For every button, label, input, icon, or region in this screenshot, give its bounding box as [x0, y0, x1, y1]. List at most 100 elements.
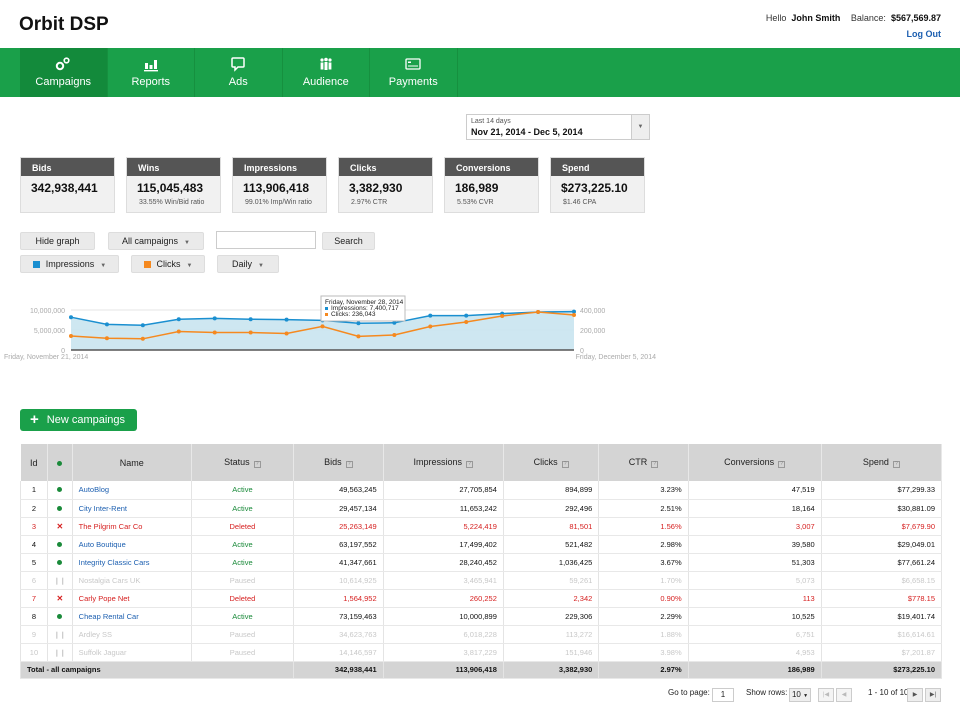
table-row[interactable]: 7 ✕ Carly Pope Net Deleted 1,564,952 260… — [20, 589, 943, 608]
clicks-point — [212, 330, 217, 335]
clicks-color-swatch — [143, 261, 151, 268]
x-end-label: Friday, December 5, 2014 — [576, 354, 657, 361]
deleted-x-icon: ✕ — [56, 593, 64, 603]
search-button[interactable]: Search — [322, 232, 375, 250]
column-header[interactable]: Conversions? — [688, 444, 822, 481]
help-icon[interactable]: ? — [778, 461, 786, 468]
logout-link[interactable]: Log Out — [766, 29, 942, 39]
stats-summary: Bids 342,938,441 Wins 115,045,483 33.55% Win… — [20, 157, 645, 213]
cell-id: 8 — [20, 607, 48, 626]
help-icon[interactable]: ? — [892, 461, 900, 468]
campaign-name-link[interactable]: Cheap Rental Car — [72, 607, 192, 626]
campaign-name-link[interactable]: Integrity Classic Cars — [72, 553, 192, 572]
metric2-select[interactable]: Clicks ▼ — [131, 255, 205, 273]
table-row[interactable]: 2 City Inter-Rent Active 29,457,134 11,6… — [20, 499, 943, 518]
stat-subtext — [21, 195, 114, 199]
first-page-button[interactable]: |◀ — [818, 688, 834, 702]
stat-title: Clicks — [339, 158, 432, 176]
cell-status: Paused — [191, 625, 295, 644]
cell-clicks: 894,899 — [503, 481, 600, 500]
stat-card-conversions: Conversions 186,989 5.53% CVR — [444, 157, 539, 213]
column-header[interactable]: Spend? — [821, 444, 943, 481]
search-button-label: Search — [334, 236, 363, 246]
column-header[interactable]: Impressions? — [383, 444, 504, 481]
campaign-filter-select[interactable]: All campaigns ▼ — [108, 232, 204, 250]
total-label: Total - all campaigns — [19, 661, 295, 679]
nav-tab-reports[interactable]: Reports — [108, 48, 195, 97]
interval-select[interactable]: Daily ▼ — [217, 255, 279, 273]
nav-tab-payments[interactable]: Payments — [370, 48, 458, 97]
cell-impressions: 11,653,242 — [383, 499, 504, 518]
stat-title: Wins — [127, 158, 220, 176]
stat-card-clicks: Clicks 3,382,930 2.97% CTR — [338, 157, 433, 213]
table-row[interactable]: 4 Auto Boutique Active 63,197,552 17,499… — [20, 535, 943, 554]
table-row[interactable]: 1 AutoBlog Active 49,563,245 27,705,854 … — [20, 481, 943, 500]
date-range-picker[interactable]: Last 14 days Nov 21, 2014 - Dec 5, 2014 … — [466, 114, 650, 140]
search-input[interactable] — [216, 231, 316, 249]
campaign-name-link[interactable]: Auto Boutique — [72, 535, 192, 554]
column-header[interactable]: Bids? — [293, 444, 384, 481]
impressions-point — [248, 317, 253, 322]
cell-bids: 29,457,134 — [293, 499, 384, 518]
campaign-name-link[interactable]: City Inter-Rent — [72, 499, 192, 518]
campaign-name-link[interactable]: Nostalgia Cars UK — [72, 571, 192, 590]
help-icon[interactable]: ? — [253, 461, 261, 468]
cell-bids: 10,614,925 — [293, 571, 384, 590]
help-icon[interactable]: ? — [466, 461, 474, 468]
column-header-label: Conversions — [724, 457, 775, 467]
nav-tab-audience[interactable]: Audience — [283, 48, 370, 97]
table-row[interactable]: 8 Cheap Rental Car Active 73,159,463 10,… — [20, 607, 943, 626]
campaign-name-link[interactable]: The Pilgrim Car Co — [72, 517, 192, 536]
column-header[interactable]: Name — [72, 444, 192, 481]
performance-chart[interactable]: 05,000,00010,000,0000200,000400,000Frida… — [0, 290, 660, 370]
metric1-select[interactable]: Impressions ▼ — [20, 255, 119, 273]
campaign-name-link[interactable]: Suffolk Jaguar — [72, 643, 192, 662]
cell-ctr: 3.23% — [598, 481, 689, 500]
stat-subtext: 33.55% Win/Bid ratio — [139, 199, 205, 206]
next-page-button[interactable]: ▶ — [907, 688, 923, 702]
active-dot-icon — [57, 541, 63, 547]
active-dot-icon — [57, 559, 63, 565]
column-header[interactable]: Id — [20, 444, 48, 481]
cell-conversions: 113 — [688, 589, 822, 608]
cell-bids: 41,347,661 — [293, 553, 384, 572]
clicks-point — [536, 310, 541, 314]
cell-id: 9 — [20, 625, 48, 644]
campaign-name-link[interactable]: Carly Pope Net — [72, 589, 192, 608]
hello-text: Hello — [765, 13, 787, 23]
help-icon[interactable]: ? — [651, 461, 659, 468]
impressions-point — [104, 322, 109, 327]
help-icon[interactable]: ? — [345, 461, 353, 468]
cell-status: Paused — [191, 571, 295, 590]
last-page-button[interactable]: ▶| — [925, 688, 941, 702]
campaign-name-link[interactable]: AutoBlog — [72, 481, 192, 500]
table-row[interactable]: 3 ✕ The Pilgrim Car Co Deleted 25,263,14… — [20, 517, 943, 536]
column-header[interactable]: CTR? — [598, 444, 689, 481]
left-axis-tick-label: 5,000,000 — [34, 328, 65, 335]
new-campaign-button[interactable]: + New campaings — [20, 409, 137, 431]
goto-page-input[interactable]: 1 — [712, 688, 734, 702]
help-icon[interactable]: ? — [561, 461, 569, 468]
right-axis-tick-label: 400,000 — [580, 308, 605, 315]
gears-icon — [20, 56, 107, 72]
prev-page-button[interactable]: ◀ — [836, 688, 852, 702]
table-row[interactable]: 9 ❙❙ Ardley SS Paused 34,623,763 6,018,2… — [20, 625, 943, 644]
column-header[interactable]: Clicks? — [503, 444, 600, 481]
cell-spend: $77,299.33 — [821, 481, 943, 500]
nav-tab-campaigns[interactable]: Campaigns — [20, 48, 108, 97]
chevron-down-icon[interactable]: ▼ — [631, 115, 649, 139]
column-header[interactable]: Status? — [191, 444, 295, 481]
nav-tab-label: Ads — [228, 76, 248, 88]
cell-impressions: 17,499,402 — [383, 535, 504, 554]
table-row[interactable]: 5 Integrity Classic Cars Active 41,347,6… — [20, 553, 943, 572]
table-row[interactable]: 6 ❙❙ Nostalgia Cars UK Paused 10,614,925… — [20, 571, 943, 590]
rows-per-page-select[interactable]: 10 ▼ — [789, 688, 811, 702]
cell-state — [47, 535, 73, 554]
cell-conversions: 5,073 — [688, 571, 822, 590]
hide-graph-button[interactable]: Hide graph — [20, 232, 95, 250]
nav-tab-ads[interactable]: Ads — [195, 48, 283, 97]
campaign-name-link[interactable]: Ardley SS — [72, 625, 192, 644]
column-header[interactable] — [47, 444, 73, 481]
x-start-label: Friday, November 21, 2014 — [4, 354, 88, 361]
table-row[interactable]: 10 ❙❙ Suffolk Jaguar Paused 14,146,597 3… — [20, 643, 943, 662]
